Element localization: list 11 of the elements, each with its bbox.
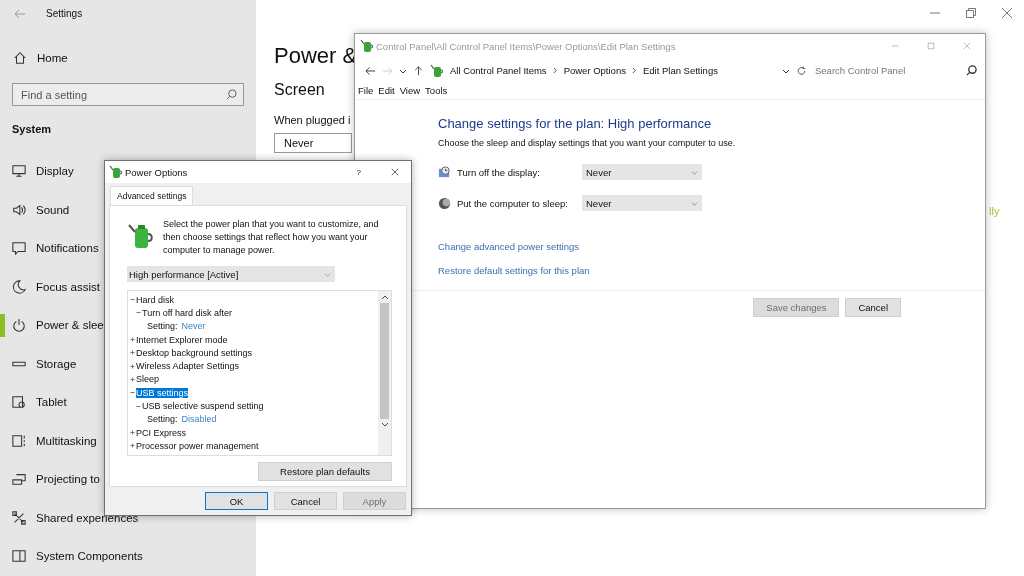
- window-title: Control Panel\All Control Panel Items\Power Options\Edit Plan Settings: [376, 40, 676, 52]
- setting-label: Put the computer to sleep:: [457, 197, 569, 209]
- setting-label: Turn off the display:: [457, 166, 541, 178]
- field-label: When plugged i: [274, 114, 351, 126]
- page-heading: Change settings for the plan: High performance: [438, 116, 712, 131]
- description: Select the power plan that you want to customize, and then choose settings that reflect how you want your computer to manage power.: [163, 218, 380, 257]
- description: Choose the sleep and display settings that you want your computer to use.: [438, 138, 736, 148]
- window-title: Power Options: [125, 166, 188, 178]
- window-title: Settings: [46, 8, 83, 19]
- section-title: System: [12, 123, 52, 135]
- section-heading: Screen: [274, 81, 325, 99]
